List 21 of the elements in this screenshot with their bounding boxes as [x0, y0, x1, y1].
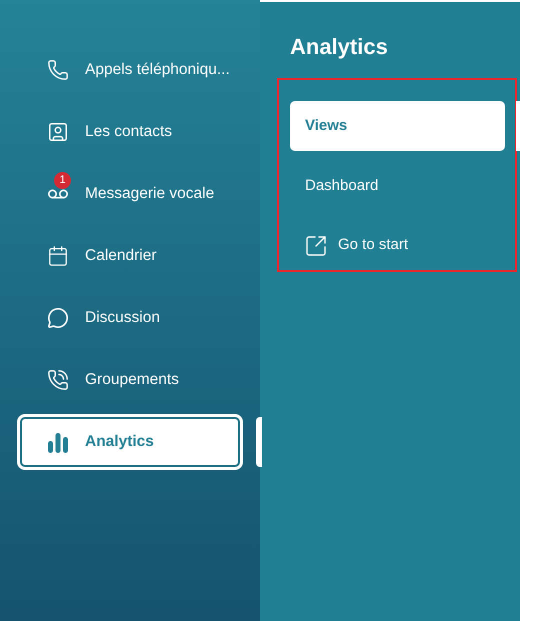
contact-card-icon	[47, 121, 69, 143]
go-to-start-link[interactable]: Go to start	[290, 221, 505, 270]
external-link-icon	[304, 234, 328, 258]
sidebar-item[interactable]: Analytics	[17, 414, 243, 470]
submenu-item[interactable]: Dashboard	[290, 161, 505, 211]
active-indicator	[256, 417, 262, 467]
phone-call-icon	[47, 369, 69, 391]
sidebar-item[interactable]: Les contacts	[17, 104, 243, 160]
submenu-item[interactable]: Views	[290, 101, 505, 151]
sidebar-item[interactable]: Discussion	[17, 290, 243, 346]
chat-bubble-icon	[47, 307, 69, 329]
sidebar-item[interactable]: 1 Messagerie vocale	[17, 166, 243, 222]
panel-title: Analytics	[290, 33, 389, 61]
sidebar-item[interactable]: Groupements	[17, 352, 243, 408]
notification-badge: 1	[54, 172, 71, 189]
sidebar-item[interactable]: Appels téléphoniqu...	[17, 42, 243, 98]
phone-icon	[47, 59, 69, 81]
active-indicator	[516, 101, 520, 151]
calendar-icon	[47, 245, 69, 267]
sidebar-item[interactable]: Calendrier	[17, 228, 243, 284]
bar-chart-icon	[47, 431, 69, 453]
